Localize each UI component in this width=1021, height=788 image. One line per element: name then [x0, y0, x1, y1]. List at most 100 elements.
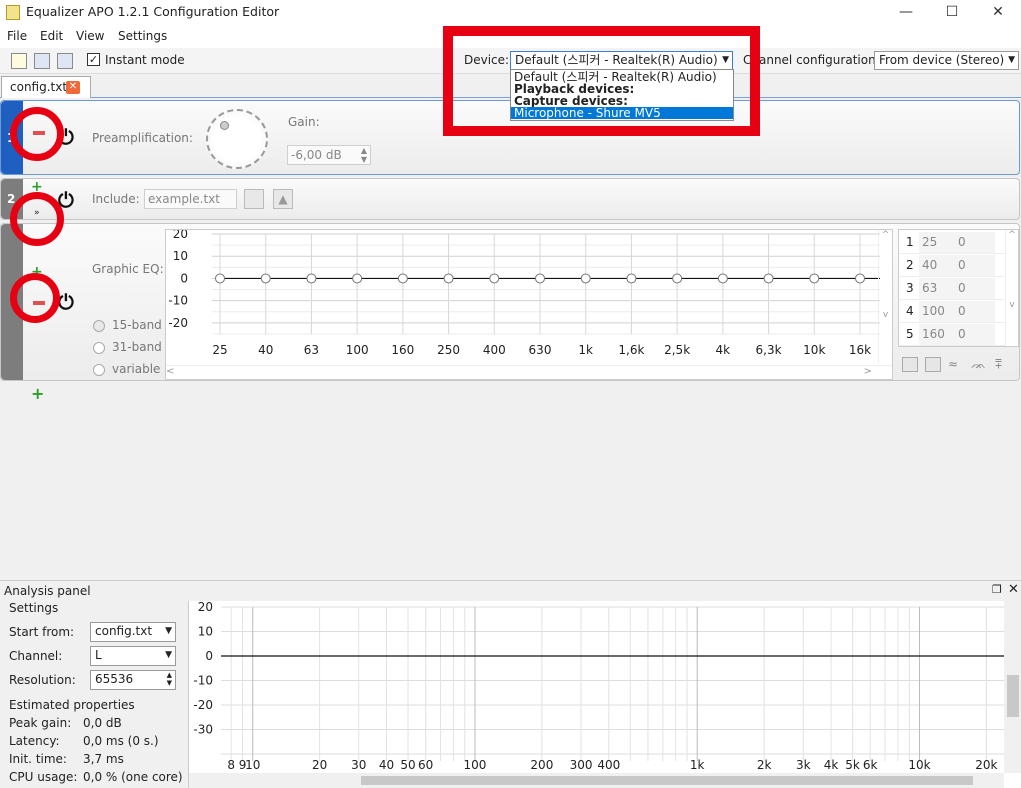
band-gain[interactable]: 0: [955, 324, 995, 345]
band-frequency[interactable]: 100: [919, 301, 955, 322]
table-row[interactable]: 5 160 0: [899, 324, 1005, 346]
property-label: Init. time:: [9, 752, 67, 766]
radio-31-band[interactable]: [93, 342, 105, 354]
band-handle: [855, 273, 865, 284]
x-tick-label: 8: [227, 758, 235, 772]
geq-load-icon[interactable]: [925, 357, 941, 372]
new-file-icon[interactable]: [11, 53, 27, 69]
band-handle: [809, 273, 820, 284]
y-tick-label: -10: [168, 294, 188, 308]
table-row[interactable]: 1 25 0: [899, 232, 1005, 254]
gain-value: -6,00 dB: [291, 148, 342, 162]
include-placeholder: example.txt: [148, 192, 220, 206]
analysis-grid: [221, 606, 1004, 761]
geq-invert-icon[interactable]: ≈: [948, 357, 958, 371]
menu-edit[interactable]: Edit: [40, 29, 63, 43]
highlight-ring: [10, 192, 64, 246]
analysis-hscroll[interactable]: [189, 773, 1004, 788]
menu-file[interactable]: File: [7, 29, 27, 43]
upload-icon[interactable]: ▲: [273, 189, 293, 209]
band-handle: [489, 273, 500, 284]
band-frequency[interactable]: 25: [919, 232, 955, 253]
menu-settings[interactable]: Settings: [118, 29, 167, 43]
band-frequency[interactable]: 40: [919, 255, 955, 276]
resolution-input[interactable]: 65536 ▲ ▼: [90, 670, 176, 690]
x-tick-label: 400: [597, 758, 620, 772]
geq-reset-icon[interactable]: ⩱: [995, 357, 1002, 372]
radio-15-band[interactable]: [93, 320, 105, 332]
property-value: 3,7 ms: [83, 752, 124, 766]
band-gain[interactable]: 0: [955, 232, 995, 253]
geq-band-table[interactable]: 1 25 0 2 40 0 3 63 0 4 100 0 5 160 0 ^ v: [898, 229, 1019, 347]
x-tick-label: 25: [212, 343, 227, 357]
analysis-panel: Analysis panel ❐ ✕ Settings Start from: …: [0, 580, 1021, 788]
spinner-icon[interactable]: ▲ ▼: [167, 671, 172, 687]
band-gain[interactable]: 0: [955, 278, 995, 299]
table-row[interactable]: 2 40 0: [899, 255, 1005, 277]
open-file-icon[interactable]: [244, 189, 264, 209]
device-dropdown-list: Default (스피커 - Realtek(R) Audio) Playbac…: [510, 69, 734, 121]
geq-vscroll[interactable]: ^ v: [878, 230, 892, 363]
instant-mode-label: Instant mode: [105, 53, 185, 67]
table-row[interactable]: 4 100 0: [899, 301, 1005, 323]
window-title: Equalizer APO 1.2.1 Configuration Editor: [26, 4, 280, 19]
settings-title: Settings: [9, 601, 59, 615]
power-icon[interactable]: ⏻: [58, 290, 74, 314]
radio-variable[interactable]: [93, 364, 105, 376]
geq-save-icon[interactable]: [902, 357, 918, 372]
band-frequency[interactable]: 160: [919, 324, 955, 345]
knob-indicator: [220, 121, 229, 130]
geq-normalize-icon[interactable]: ᨏ: [971, 357, 986, 372]
geq-chart[interactable]: 20 10 0 -10 -20 25 40 63 100 160 250 400 630 1k 1,6k 2…: [165, 229, 893, 380]
band-gain[interactable]: 0: [955, 255, 995, 276]
x-tick-label: 1k: [690, 758, 705, 772]
y-tick-label: -20: [168, 316, 188, 330]
geq-grid: [212, 233, 880, 335]
maximize-button[interactable]: ☐: [929, 0, 975, 26]
include-path-input[interactable]: example.txt: [144, 189, 237, 209]
filter-graphic-eq: + ⏻ Graphic EQ: 15-band 31-band variable…: [0, 223, 1020, 381]
property-value: 0,0 % (one core): [83, 770, 183, 784]
x-tick-label: 50: [400, 758, 415, 772]
x-tick-label: 3k: [796, 758, 811, 772]
save-icon[interactable]: [34, 53, 50, 69]
dropdown-item-microphone[interactable]: Microphone - Shure MV5: [511, 107, 733, 119]
tab-config[interactable]: config.txt ✕: [1, 76, 91, 98]
band-handle: [215, 273, 225, 284]
band-frequency[interactable]: 63: [919, 278, 955, 299]
channel-config-label: Channel configuration:: [743, 53, 880, 67]
gain-knob[interactable]: [206, 109, 268, 169]
start-from-select[interactable]: config.txt ▼: [90, 622, 176, 642]
property-value: 0,0 ms (0 s.): [83, 734, 159, 748]
table-row[interactable]: 3 63 0: [899, 278, 1005, 300]
x-tick-label: 10k: [803, 343, 825, 357]
channel-config-select[interactable]: From device (Stereo) ▼: [874, 51, 1019, 70]
save-as-icon[interactable]: [57, 53, 73, 69]
restore-icon[interactable]: ❐: [992, 583, 1002, 596]
x-tick-label: 20k: [975, 758, 997, 772]
spinner-icon[interactable]: ▲ ▼: [361, 146, 367, 164]
close-panel-icon[interactable]: ✕: [1008, 582, 1019, 597]
x-tick-label: 1,6k: [618, 343, 644, 357]
scroll-thumb[interactable]: [1007, 675, 1019, 717]
minimize-button[interactable]: —: [883, 0, 929, 26]
geq-y-axis: 20 10 0 -10 -20: [168, 230, 188, 330]
geq-hscroll[interactable]: < >: [166, 365, 892, 379]
band-gain[interactable]: 0: [955, 301, 995, 322]
x-tick-label: 4k: [716, 343, 731, 357]
menu-view[interactable]: View: [76, 29, 104, 43]
gain-input[interactable]: -6,00 dB ▲ ▼: [287, 145, 371, 165]
analysis-chart[interactable]: 20 10 0 -10 -20 -30 8 9 10 20 30 40 50 60 100 200 300 40…: [188, 601, 1021, 788]
channel-select[interactable]: L ▼: [90, 646, 176, 666]
add-filter-icon[interactable]: +: [31, 386, 44, 402]
close-button[interactable]: ✕: [975, 0, 1021, 26]
band-handle: [260, 273, 271, 284]
table-vscroll[interactable]: ^ v: [1005, 230, 1018, 346]
close-tab-icon[interactable]: ✕: [66, 81, 80, 94]
instant-mode-checkbox[interactable]: ✓: [87, 53, 100, 66]
band-handle: [626, 273, 637, 284]
analysis-vscroll[interactable]: [1004, 601, 1021, 773]
scroll-thumb[interactable]: [361, 776, 973, 785]
y-tick-label: -20: [193, 698, 213, 712]
y-tick-label: 10: [198, 625, 213, 639]
